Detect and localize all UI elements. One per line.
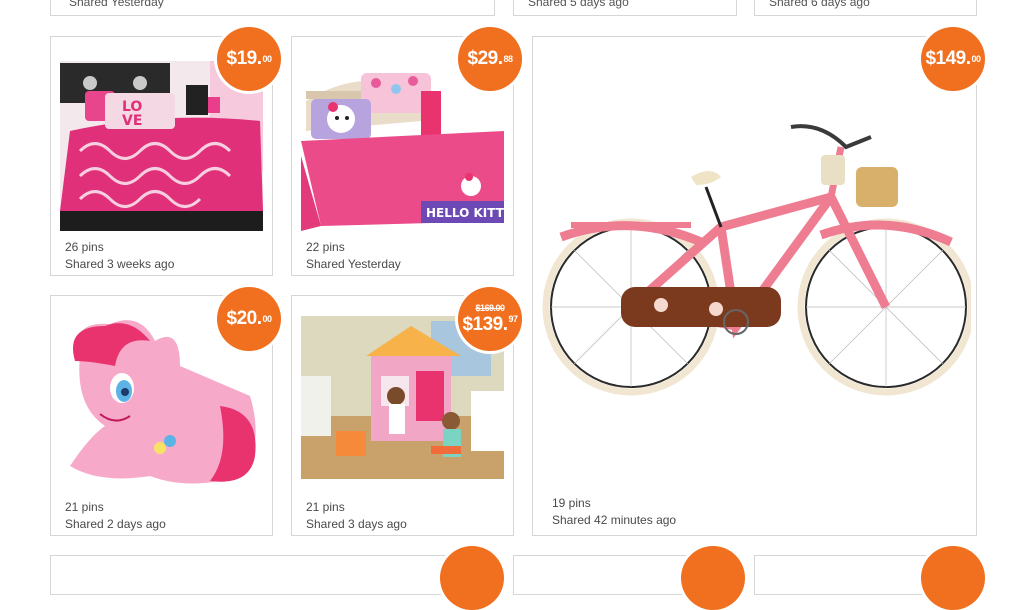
price-dollars: $20.: [226, 308, 262, 329]
original-price: $169.00: [475, 303, 505, 313]
price-badge-partial: [681, 546, 745, 610]
price-cents: 00: [262, 54, 272, 64]
price-dollars: $139.: [462, 314, 508, 335]
price-badge: $20. 00: [217, 287, 281, 351]
product-card-bottom-1[interactable]: [50, 555, 495, 595]
shared-time: Shared 6 days ago: [769, 0, 870, 9]
price-badge-sale: $169.00 $139.97: [458, 287, 522, 351]
price-cents: 97: [508, 314, 519, 324]
shared-time: Shared 3 weeks ago: [65, 257, 175, 271]
pin-count: 21 pins: [306, 500, 345, 514]
price-cents: 88: [503, 54, 513, 64]
price-badge: $149. 00: [921, 27, 985, 91]
price-badge-partial: [921, 546, 985, 610]
pin-count: 21 pins: [65, 500, 104, 514]
shared-time: Shared 3 days ago: [306, 517, 407, 531]
product-card-top-1[interactable]: Shared Yesterday: [50, 0, 495, 16]
shared-time: Shared Yesterday: [69, 0, 164, 9]
price-dollars: $19.: [226, 48, 262, 69]
product-card-top-3[interactable]: Shared 6 days ago: [754, 0, 977, 16]
product-card-top-2[interactable]: Shared 5 days ago: [513, 0, 737, 16]
price-badge: $19. 00: [217, 27, 281, 91]
product-card-bicycle[interactable]: 19 pins Shared 42 minutes ago: [532, 36, 977, 536]
svg-text:HELLO KITTY: HELLO KITTY: [426, 206, 504, 220]
shared-time: Shared Yesterday: [306, 257, 401, 271]
pin-count: 26 pins: [65, 240, 104, 254]
price-dollars: $29.: [467, 48, 503, 69]
pin-count: 19 pins: [552, 496, 591, 510]
price-dollars: $149.: [925, 48, 971, 69]
shared-time: Shared 5 days ago: [528, 0, 629, 9]
price-cents: 00: [971, 54, 982, 64]
svg-text:VE: VE: [122, 113, 142, 129]
price-badge-partial: [440, 546, 504, 610]
price-cents: 00: [262, 314, 272, 324]
shared-time: Shared 42 minutes ago: [552, 513, 677, 527]
shared-time: Shared 2 days ago: [65, 517, 166, 531]
price-badge: $29. 88: [458, 27, 522, 91]
pin-count: 22 pins: [306, 240, 345, 254]
product-image[interactable]: [541, 117, 971, 397]
